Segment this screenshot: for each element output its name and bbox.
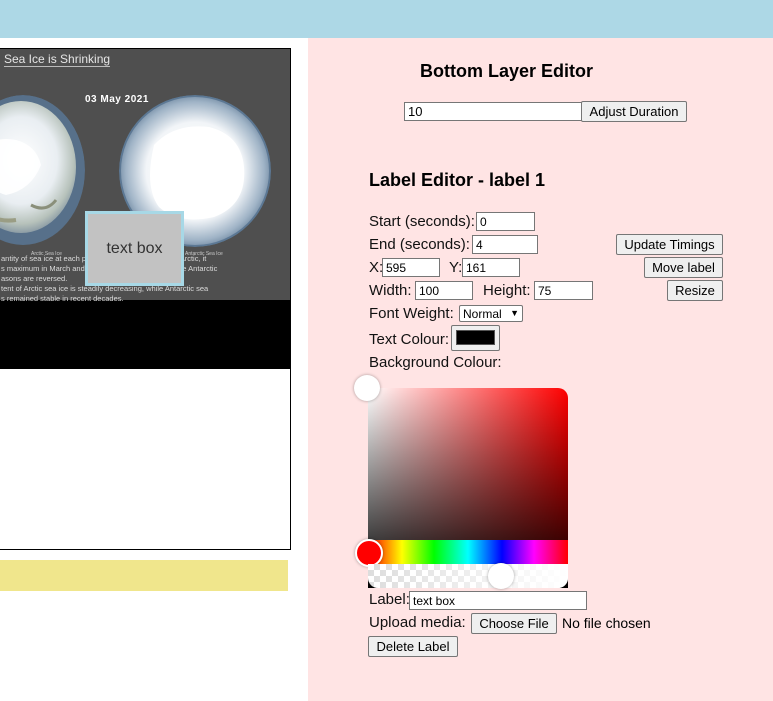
label-editor-title: Label Editor - label 1	[369, 170, 546, 190]
label-text-label: Label:	[369, 591, 410, 608]
height-label: Height:	[483, 282, 531, 299]
height-input[interactable]	[534, 281, 593, 300]
label-text-input[interactable]	[409, 591, 587, 610]
delete-label-button[interactable]: Delete Label	[368, 636, 458, 657]
text-colour-label: Text Colour:	[369, 331, 450, 348]
end-seconds-input[interactable]	[472, 235, 538, 254]
caption-line: s remained stable in recent decades.	[1, 294, 124, 303]
hue-slider[interactable]	[368, 540, 568, 564]
width-label: Width:	[369, 282, 412, 299]
video-title: Sea Ice is Shrinking	[4, 52, 111, 67]
upload-media-label: Upload media:	[369, 614, 466, 631]
arctic-globe-image	[0, 95, 85, 246]
hue-handle[interactable]	[355, 539, 383, 567]
width-input[interactable]	[415, 281, 473, 300]
overlay-text-label[interactable]: text box	[85, 211, 184, 286]
editor-panel: Bottom Layer Editor Adjust Duration Labe…	[308, 38, 773, 701]
text-colour-swatch	[456, 330, 495, 345]
chevron-down-icon: ▼	[510, 308, 519, 318]
end-label: End (seconds):	[369, 236, 470, 253]
background-colour-label: Background Colour:	[369, 354, 502, 371]
top-bar	[0, 0, 773, 38]
y-label: Y:	[449, 259, 463, 276]
video-frame: Sea Ice is Shrinking 03 May 2021 Arctic …	[0, 49, 290, 369]
bottom-layer-editor-title: Bottom Layer Editor	[420, 61, 594, 81]
saturation-handle[interactable]	[354, 375, 380, 401]
font-weight-label: Font Weight:	[369, 305, 454, 322]
font-weight-select[interactable]: Normal ▼	[459, 305, 523, 322]
start-seconds-input[interactable]	[476, 212, 535, 231]
alpha-gradient	[368, 564, 568, 588]
text-colour-picker[interactable]	[451, 325, 500, 351]
font-weight-value: Normal	[463, 306, 502, 321]
adjust-duration-button[interactable]: Adjust Duration	[581, 101, 687, 122]
x-input[interactable]	[382, 258, 440, 277]
update-timings-button[interactable]: Update Timings	[616, 234, 723, 255]
alpha-slider[interactable]	[368, 564, 568, 588]
alpha-handle[interactable]	[488, 563, 514, 589]
no-file-text: No file chosen	[562, 615, 651, 631]
resize-button[interactable]: Resize	[667, 280, 723, 301]
move-label-button[interactable]: Move label	[644, 257, 723, 278]
video-preview-frame: Sea Ice is Shrinking 03 May 2021 Arctic …	[0, 48, 291, 550]
timeline-bar[interactable]	[0, 560, 288, 591]
duration-input[interactable]	[404, 102, 583, 121]
video-date: 03 May 2021	[85, 94, 149, 105]
start-label: Start (seconds):	[369, 213, 475, 230]
y-input[interactable]	[462, 258, 520, 277]
choose-file-button[interactable]: Choose File	[471, 613, 557, 634]
